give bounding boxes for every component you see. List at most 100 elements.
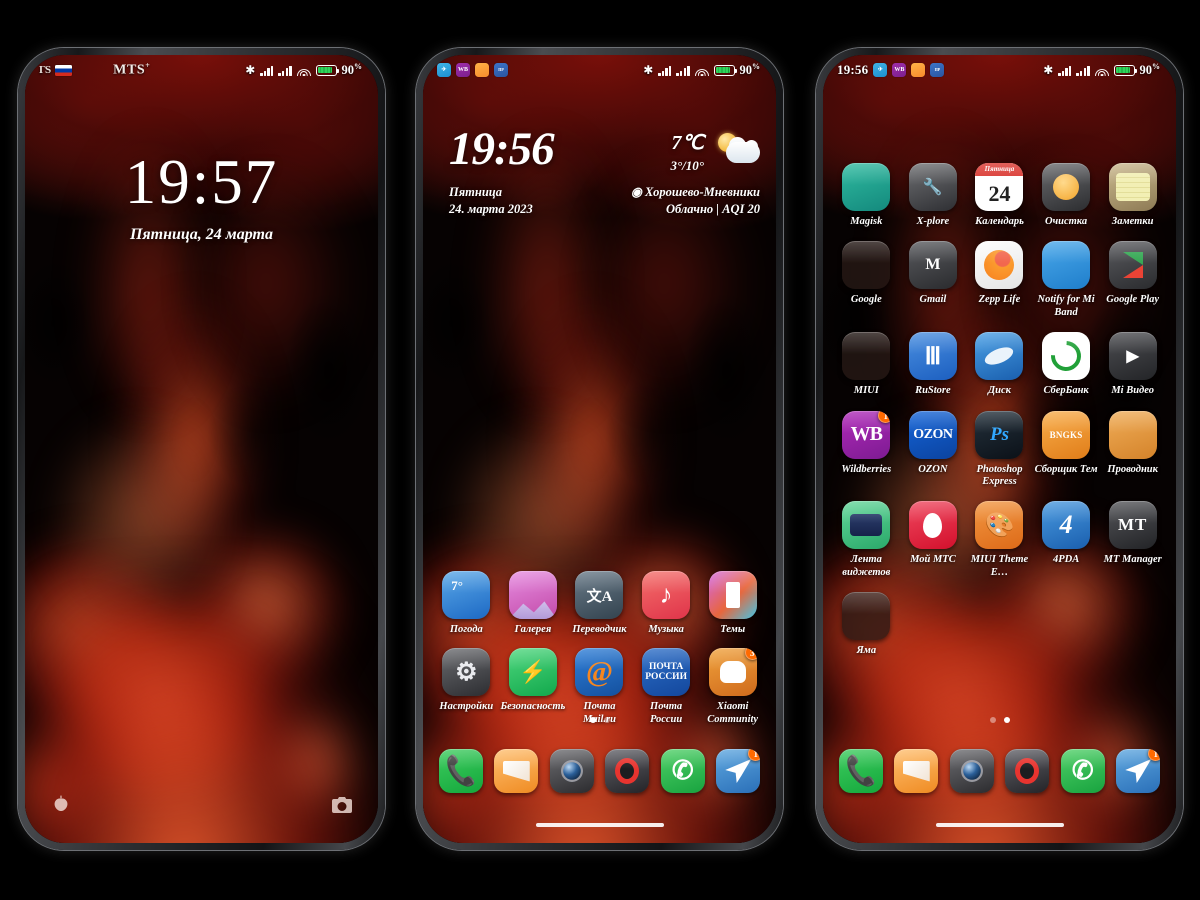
app-tile[interactable]: Ⅲ RuStore — [900, 332, 967, 397]
phone-dock-icon[interactable]: 📞 — [838, 749, 883, 793]
mail-ru-app-icon[interactable]: @ — [575, 648, 624, 697]
mt-manager-icon[interactable]: MT — [1108, 501, 1157, 550]
app-tile[interactable]: Google — [833, 241, 900, 319]
whatsapp-dock-icon[interactable]: ✆ — [1060, 749, 1105, 793]
google-folder-icon[interactable] — [842, 241, 891, 290]
google-play-icon[interactable] — [1108, 241, 1157, 290]
music-app-icon[interactable]: ♪ — [642, 571, 691, 619]
my-mts-app-icon[interactable] — [908, 501, 957, 550]
weather-app-icon[interactable]: 7° — [442, 571, 491, 619]
app-tile[interactable] — [1005, 749, 1050, 793]
app-tile[interactable]: Яма — [833, 592, 900, 657]
app-tile[interactable]: Лента виджетов — [833, 501, 900, 579]
widget-feed-icon[interactable] — [842, 501, 891, 550]
app-tile[interactable] — [549, 749, 594, 793]
camera-shortcut-icon[interactable] — [330, 793, 354, 817]
clock-weather-widget[interactable]: 19:56 Пятница 24. марта 2023 7℃ 3°/10° ◉… — [449, 126, 760, 217]
app-tile[interactable]: 1 — [1116, 749, 1161, 793]
screen-homescreen-1[interactable]: ✈ WB ПР ✱ 90% 19:56 Пятница 24. марта 20… — [423, 55, 776, 843]
app-tile[interactable]: Диск — [966, 332, 1033, 397]
app-tile[interactable]: 🔧 X-plore — [900, 163, 967, 228]
ozon-app-icon[interactable]: OZON — [908, 410, 957, 459]
app-tile[interactable]: ♪ Музыка — [633, 571, 700, 636]
page-indicator-1[interactable] — [423, 717, 776, 723]
xiaomi-community-icon[interactable]: 3 — [708, 648, 757, 697]
app-tile[interactable]: ✆ — [660, 749, 705, 793]
app-tile[interactable]: 7° Погода — [433, 571, 500, 636]
photoshop-express-icon[interactable]: Ps — [975, 410, 1024, 459]
app-tile[interactable] — [494, 749, 539, 793]
app-tile[interactable]: MIUI — [833, 332, 900, 397]
app-tile[interactable]: Notify for Mi Band — [1033, 241, 1100, 319]
app-tile[interactable]: Google Play — [1099, 241, 1166, 319]
app-tile[interactable]: Magisk — [833, 163, 900, 228]
app-tile[interactable]: 文A Переводчик — [566, 571, 633, 636]
magisk-app-icon[interactable] — [842, 163, 891, 211]
telegram-dock-icon[interactable]: 1 — [716, 749, 761, 793]
navigation-bar-handle[interactable] — [935, 823, 1064, 827]
rustore-app-icon[interactable]: Ⅲ — [908, 332, 957, 381]
app-tile[interactable]: Очистка — [1033, 163, 1100, 228]
cleaner-app-icon[interactable] — [1042, 163, 1091, 211]
app-tile[interactable] — [949, 749, 994, 793]
settings-app-icon[interactable]: ⚙ — [442, 648, 491, 697]
camera-dock-icon[interactable] — [949, 749, 994, 793]
wildberries-app-icon[interactable]: WB 1 — [842, 410, 891, 459]
whatsapp-dock-icon[interactable]: ✆ — [660, 749, 705, 793]
statusbar-home1[interactable]: ✈ WB ПР ✱ 90% — [423, 55, 776, 85]
app-tile[interactable] — [894, 749, 939, 793]
telegram-dock-icon[interactable]: 1 — [1116, 749, 1161, 793]
app-tile[interactable]: 🎨 MIUI Theme E… — [966, 501, 1033, 579]
app-tile[interactable]: M Gmail — [900, 241, 967, 319]
calendar-app-icon[interactable]: Пятница 24 — [975, 163, 1024, 211]
statusbar-home2[interactable]: 19:56 ✈ WB ПР ✱ 90% — [823, 55, 1176, 85]
screen-homescreen-2[interactable]: 19:56 ✈ WB ПР ✱ 90% Magisk 🔧 X-plore Пятниц… — [823, 55, 1176, 843]
app-tile[interactable]: @ Почта Mail.ru — [566, 648, 633, 726]
page-indicator-2[interactable] — [823, 717, 1176, 723]
miui-folder-icon[interactable] — [842, 332, 891, 381]
app-tile[interactable]: Пятница 24 Календарь — [966, 163, 1033, 228]
app-tile[interactable]: 4 4PDA — [1033, 501, 1100, 579]
miui-theme-editor-icon[interactable]: 🎨 — [975, 501, 1024, 550]
app-tile[interactable]: Проводник — [1099, 410, 1166, 489]
zepp-life-app-icon[interactable] — [975, 241, 1024, 290]
gmail-app-icon[interactable]: M — [908, 241, 957, 290]
app-tile[interactable]: 📞 — [438, 749, 483, 793]
app-tile[interactable]: ПОЧТА РОССИИ Почта России — [633, 648, 700, 726]
messages-dock-icon[interactable] — [494, 749, 539, 793]
app-tile[interactable]: MT MT Manager — [1099, 501, 1166, 579]
opera-dock-icon[interactable] — [1005, 749, 1050, 793]
app-tile[interactable]: ▶ Mi Видео — [1099, 332, 1166, 397]
app-tile[interactable]: 1 — [716, 749, 761, 793]
app-tile[interactable] — [605, 749, 650, 793]
opera-dock-icon[interactable] — [605, 749, 650, 793]
app-tile[interactable]: ⚙ Настройки — [433, 648, 500, 726]
security-app-icon[interactable]: ⚡ — [508, 648, 557, 697]
app-tile[interactable]: ✆ — [1060, 749, 1105, 793]
messages-dock-icon[interactable] — [894, 749, 939, 793]
navigation-bar-handle[interactable] — [535, 823, 664, 827]
yandex-disk-icon[interactable] — [975, 332, 1024, 381]
phone-dock-icon[interactable]: 📞 — [438, 749, 483, 793]
gallery-app-icon[interactable] — [508, 571, 557, 619]
app-tile[interactable]: СберБанк — [1033, 332, 1100, 397]
translate-app-icon[interactable]: 文A — [575, 571, 624, 619]
mi-video-app-icon[interactable]: ▶ — [1108, 332, 1157, 381]
app-tile[interactable]: Заметки — [1099, 163, 1166, 228]
camera-dock-icon[interactable] — [549, 749, 594, 793]
app-tile[interactable]: BNGKS Сборщик Тем — [1033, 410, 1100, 489]
xplore-app-icon[interactable]: 🔧 — [908, 163, 957, 211]
app-tile[interactable]: Zepp Life — [966, 241, 1033, 319]
app-tile[interactable]: 📞 — [838, 749, 883, 793]
file-explorer-icon[interactable] — [1108, 410, 1157, 459]
4pda-app-icon[interactable]: 4 — [1042, 501, 1091, 550]
sberbank-app-icon[interactable] — [1042, 332, 1091, 381]
themes-app-icon[interactable] — [708, 571, 757, 619]
notify-mi-band-icon[interactable] — [1042, 241, 1091, 290]
app-tile[interactable]: ⚡ Безопасность — [500, 648, 567, 726]
theme-collector-icon[interactable]: BNGKS — [1042, 410, 1091, 459]
notes-app-icon[interactable] — [1108, 163, 1157, 211]
app-tile[interactable]: 3 Xiaomi Community — [699, 648, 766, 726]
app-tile[interactable]: Темы — [699, 571, 766, 636]
app-tile[interactable]: Ps Photoshop Express — [966, 410, 1033, 489]
